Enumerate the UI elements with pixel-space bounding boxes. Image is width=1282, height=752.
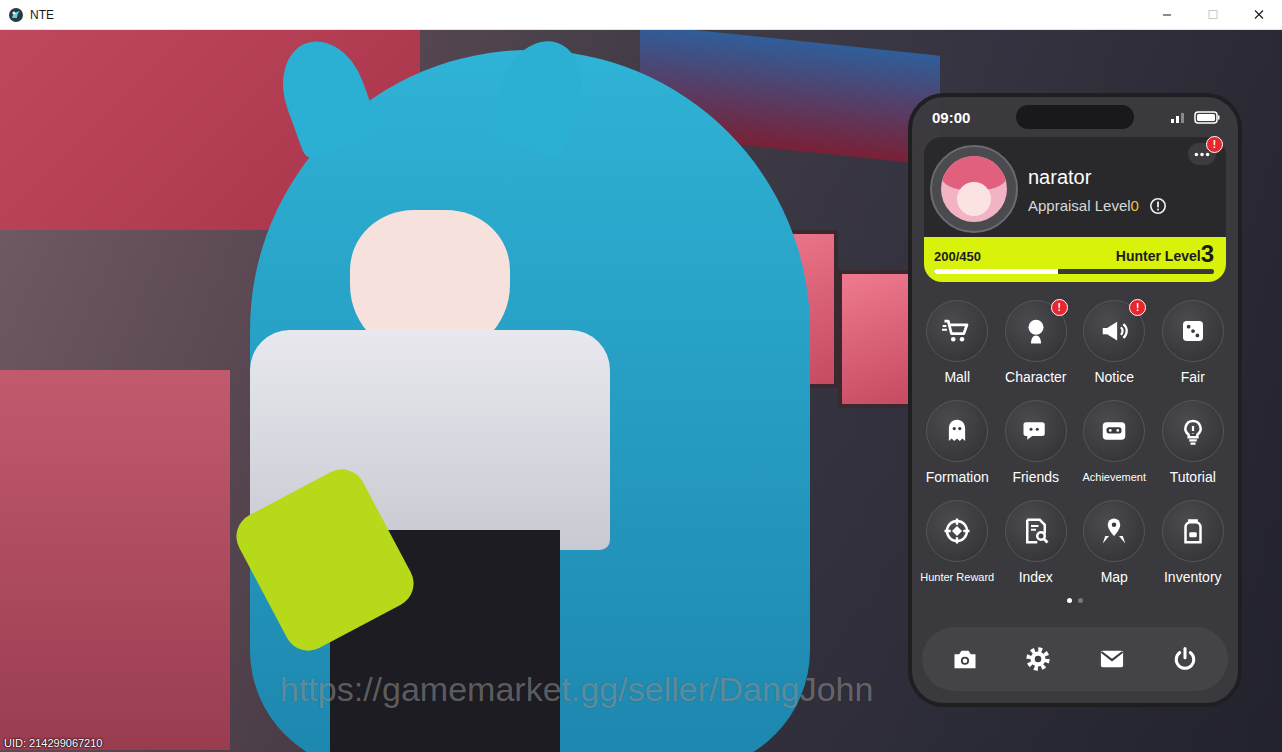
app-label: Formation bbox=[926, 469, 989, 486]
app-label: Friends bbox=[1012, 469, 1059, 486]
maximize-icon bbox=[1207, 9, 1219, 20]
status-bar: 09:00 bbox=[912, 97, 1238, 137]
uid-label: UID: 214299067210 bbox=[4, 737, 102, 749]
app-button[interactable]: Achievement bbox=[1075, 400, 1154, 486]
app-label: Notice bbox=[1094, 369, 1134, 386]
avatar-art bbox=[941, 156, 1007, 222]
exp-bar bbox=[934, 269, 1214, 274]
app-button[interactable]: Tutorial bbox=[1154, 400, 1233, 486]
counter-art bbox=[0, 370, 230, 750]
mail-icon bbox=[1098, 645, 1126, 673]
exp-bar-fill bbox=[934, 269, 1058, 274]
dock-button[interactable] bbox=[1010, 631, 1066, 687]
appraisal-label: Appraisal Level bbox=[1028, 197, 1131, 214]
signal-icon bbox=[1170, 111, 1188, 123]
person-icon bbox=[1021, 316, 1051, 346]
megaphone-icon bbox=[1099, 316, 1129, 346]
app-label: Hunter Reward bbox=[920, 569, 994, 586]
app-label: Fair bbox=[1181, 369, 1205, 386]
ghost-icon bbox=[942, 416, 972, 446]
player-name: narator bbox=[1028, 166, 1167, 189]
power-icon bbox=[1171, 645, 1199, 673]
app-button[interactable]: Fair bbox=[1154, 300, 1233, 386]
app-button[interactable]: Friends bbox=[997, 400, 1076, 486]
hunter-level-band: 200/450 Hunter Level3 bbox=[924, 237, 1226, 282]
window-control-button bbox=[1190, 0, 1236, 29]
app-button[interactable]: ! Character bbox=[997, 300, 1076, 386]
chat-icon bbox=[1021, 416, 1051, 446]
app-label: Achievement bbox=[1082, 469, 1146, 486]
app-grid: Mall! Character! Notice Fair Formation Friend… bbox=[912, 282, 1238, 586]
phone-menu: 09:00 narator Appraisal Level0! 200/450 Hunt… bbox=[908, 93, 1242, 707]
minimize-icon bbox=[1161, 9, 1173, 20]
app-logo-icon bbox=[8, 7, 24, 23]
close-icon bbox=[1253, 9, 1265, 20]
app-button[interactable]: Mall bbox=[918, 300, 997, 386]
app-label: Character bbox=[1005, 369, 1066, 386]
app-button[interactable]: Formation bbox=[918, 400, 997, 486]
cart-icon bbox=[942, 316, 972, 346]
page-dot[interactable] bbox=[1067, 598, 1072, 603]
profile-card[interactable]: narator Appraisal Level0! 200/450 Hunter Le… bbox=[924, 137, 1226, 282]
phone-notch bbox=[1016, 105, 1134, 129]
app-label: Inventory bbox=[1164, 569, 1222, 586]
app-label: Tutorial bbox=[1170, 469, 1216, 486]
app-label: Map bbox=[1101, 569, 1128, 586]
info-icon[interactable] bbox=[1149, 197, 1167, 215]
app-button[interactable]: Index bbox=[997, 500, 1076, 586]
exp-reading: 200/450 bbox=[934, 249, 981, 267]
gear-icon bbox=[1024, 645, 1052, 673]
dock-button[interactable] bbox=[1084, 631, 1140, 687]
app-label: Index bbox=[1019, 569, 1053, 586]
window-controls bbox=[1144, 0, 1282, 29]
page-dot[interactable] bbox=[1078, 598, 1083, 603]
appraisal-value: 0 bbox=[1131, 197, 1139, 214]
battery-icon bbox=[1194, 111, 1220, 124]
hunter-level: Hunter Level3 bbox=[1116, 241, 1214, 267]
dock-button[interactable] bbox=[937, 631, 993, 687]
window-control-button[interactable] bbox=[1236, 0, 1282, 29]
camera-icon bbox=[951, 645, 979, 673]
app-button[interactable]: Hunter Reward bbox=[918, 500, 997, 586]
map-pin-icon bbox=[1099, 516, 1129, 546]
crosshair-icon bbox=[942, 516, 972, 546]
more-button[interactable]: ! bbox=[1188, 143, 1216, 165]
app-button[interactable]: Inventory bbox=[1154, 500, 1233, 586]
dock-button[interactable] bbox=[1157, 631, 1213, 687]
window-control-button[interactable] bbox=[1144, 0, 1190, 29]
game-viewport[interactable]: 09:00 narator Appraisal Level0! 200/450 Hunt… bbox=[0, 30, 1282, 752]
app-label: Mall bbox=[944, 369, 970, 386]
app-button[interactable]: ! Notice bbox=[1075, 300, 1154, 386]
alert-badge: ! bbox=[1129, 299, 1146, 316]
menu-screen-art bbox=[838, 270, 916, 408]
dice-icon bbox=[1178, 316, 1208, 346]
game-window: NTE 09:00 narator Appraisal Level0! 200/450 H… bbox=[0, 0, 1282, 752]
document-search-icon bbox=[1021, 516, 1051, 546]
window-title: NTE bbox=[30, 8, 54, 22]
avatar[interactable] bbox=[930, 145, 1018, 233]
phone-dock bbox=[922, 627, 1228, 691]
app-button[interactable]: Map bbox=[1075, 500, 1154, 586]
alert-badge: ! bbox=[1206, 136, 1223, 153]
backpack-icon bbox=[1178, 516, 1208, 546]
alert-badge: ! bbox=[1051, 299, 1068, 316]
lightbulb-icon bbox=[1178, 416, 1208, 446]
more-dots-icon bbox=[1194, 152, 1210, 157]
robot-icon bbox=[1099, 416, 1129, 446]
title-bar: NTE bbox=[0, 0, 1282, 30]
page-indicator bbox=[912, 586, 1238, 603]
appraisal-level: Appraisal Level0 bbox=[1028, 197, 1167, 215]
watermark: https://gamemarket.gg/seller/DangJohn bbox=[280, 670, 873, 709]
status-time: 09:00 bbox=[932, 109, 970, 126]
